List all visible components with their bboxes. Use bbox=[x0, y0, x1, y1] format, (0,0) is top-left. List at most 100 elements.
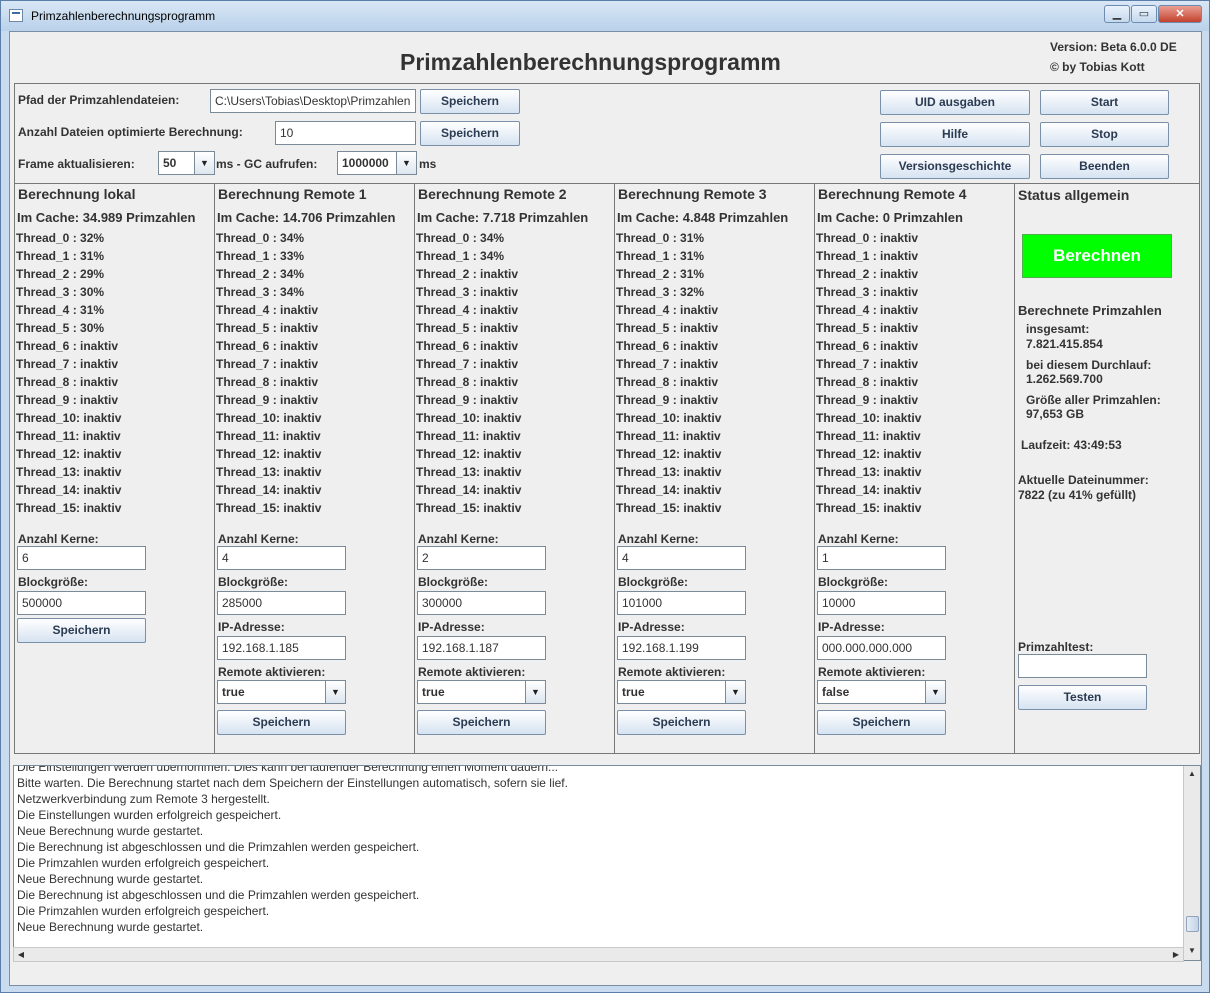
local-save-button[interactable]: Speichern bbox=[17, 618, 146, 643]
chevron-down-icon[interactable]: ▼ bbox=[925, 681, 945, 703]
remote-block-input[interactable]: 101000 bbox=[617, 591, 746, 615]
run-value: 1.262.569.700 bbox=[1026, 372, 1103, 386]
chevron-down-icon[interactable]: ▼ bbox=[325, 681, 345, 703]
remote-active-label: Remote aktivieren: bbox=[418, 665, 526, 679]
local-cache: Im Cache: 34.989 Primzahlen bbox=[17, 210, 196, 225]
remote-ip-input[interactable]: 192.168.1.187 bbox=[417, 636, 546, 660]
remote-ip-input[interactable]: 192.168.1.199 bbox=[617, 636, 746, 660]
gc-label: ms - GC aufrufen: bbox=[216, 157, 318, 171]
scroll-thumb[interactable] bbox=[1186, 916, 1199, 932]
primetest-input[interactable] bbox=[1018, 654, 1147, 678]
thread-status: Thread_3 : 32% bbox=[616, 285, 705, 299]
log-line: Neue Berechnung wurde gestartet. bbox=[17, 824, 204, 838]
scroll-left-icon[interactable]: ◀ bbox=[14, 948, 28, 962]
chevron-down-icon[interactable]: ▼ bbox=[725, 681, 745, 703]
thread-status: Thread_4 : inaktiv bbox=[416, 303, 519, 317]
thread-status: Thread_0 : 34% bbox=[416, 231, 505, 245]
thread-status: Thread_5 : inaktiv bbox=[416, 321, 519, 335]
cores-label: Anzahl Kerne: bbox=[818, 532, 899, 546]
remote-cores-input[interactable]: 4 bbox=[617, 546, 746, 570]
thread-status: Thread_9 : inaktiv bbox=[16, 393, 119, 407]
thread-list: Thread_0 : 32% Thread_1 : 31% Thread_2 : 2… bbox=[16, 231, 121, 519]
maximize-button[interactable]: ▭ bbox=[1131, 5, 1157, 23]
frame-select[interactable]: 50 ▼ bbox=[158, 151, 215, 175]
uid-button[interactable]: UID ausgaben bbox=[880, 90, 1030, 115]
chevron-down-icon[interactable]: ▼ bbox=[396, 152, 416, 174]
run-label: bei diesem Durchlauf: bbox=[1026, 358, 1152, 372]
remote-ip-input[interactable]: 192.168.1.185 bbox=[217, 636, 346, 660]
test-button[interactable]: Testen bbox=[1018, 685, 1147, 710]
thread-status: Thread_4 : inaktiv bbox=[816, 303, 919, 317]
window-title: Primzahlenberechnungsprogramm bbox=[31, 9, 216, 23]
frame-right bbox=[1199, 84, 1200, 754]
thread-status: Thread_9 : inaktiv bbox=[616, 393, 719, 407]
remote-ip-input[interactable]: 000.000.000.000 bbox=[817, 636, 946, 660]
start-button[interactable]: Start bbox=[1040, 90, 1169, 115]
thread-status: Thread_11: inaktiv bbox=[16, 429, 121, 443]
scroll-right-icon[interactable]: ▶ bbox=[1169, 948, 1183, 962]
minimize-button[interactable]: ▁ bbox=[1104, 5, 1130, 23]
main-window: Primzahlenberechnungsprogramm ▁ ▭ ✕ Prim… bbox=[0, 0, 1210, 993]
block-label: Blockgröße: bbox=[218, 575, 289, 589]
remote-save-button[interactable]: Speichern bbox=[817, 710, 946, 735]
local-block-input[interactable]: 500000 bbox=[17, 591, 146, 615]
log-line: Neue Berechnung wurde gestartet. bbox=[17, 920, 204, 934]
quit-button[interactable]: Beenden bbox=[1040, 154, 1169, 179]
log-line: Bitte warten. Die Berechnung startet nac… bbox=[17, 776, 568, 790]
ms-label: ms bbox=[419, 157, 437, 171]
remote-cores-input[interactable]: 4 bbox=[217, 546, 346, 570]
thread-status: Thread_3 : inaktiv bbox=[816, 285, 919, 299]
thread-status: Thread_8 : inaktiv bbox=[616, 375, 719, 389]
close-button[interactable]: ✕ bbox=[1158, 5, 1202, 23]
log-horizontal-scrollbar[interactable]: ◀ ▶ bbox=[13, 947, 1184, 962]
scroll-down-icon[interactable]: ▼ bbox=[1185, 944, 1199, 958]
thread-status: Thread_12: inaktiv bbox=[816, 447, 922, 461]
path-label: Pfad der Primzahlendateien: bbox=[18, 93, 180, 107]
gc-select[interactable]: 1000000 ▼ bbox=[337, 151, 417, 175]
remote-panel-2: Berechnung Remote 2 Im Cache: 7.718 Prim… bbox=[415, 184, 614, 754]
remote-save-button[interactable]: Speichern bbox=[417, 710, 546, 735]
thread-status: Thread_14: inaktiv bbox=[416, 483, 522, 497]
remote-active-select[interactable]: true ▼ bbox=[417, 680, 546, 704]
remote-save-button[interactable]: Speichern bbox=[617, 710, 746, 735]
help-button[interactable]: Hilfe bbox=[880, 122, 1030, 147]
thread-status: Thread_7 : inaktiv bbox=[616, 357, 719, 371]
remote-cores-input[interactable]: 2 bbox=[417, 546, 546, 570]
thread-status: Thread_14: inaktiv bbox=[616, 483, 722, 497]
local-cores-input[interactable]: 6 bbox=[17, 546, 146, 570]
log-vertical-scrollbar[interactable]: ▲ ▼ bbox=[1183, 766, 1200, 960]
remote-active-select[interactable]: true ▼ bbox=[617, 680, 746, 704]
remote-block-input[interactable]: 285000 bbox=[217, 591, 346, 615]
thread-status: Thread_0 : inaktiv bbox=[816, 231, 919, 245]
remote-save-button[interactable]: Speichern bbox=[217, 710, 346, 735]
log-output[interactable]: Die Einstellungen werden übernommen. Die… bbox=[13, 765, 1201, 961]
thread-status: Thread_8 : inaktiv bbox=[216, 375, 319, 389]
stop-button[interactable]: Stop bbox=[1040, 122, 1169, 147]
remote-active-select[interactable]: true ▼ bbox=[217, 680, 346, 704]
block-label: Blockgröße: bbox=[418, 575, 489, 589]
remote-block-input[interactable]: 10000 bbox=[817, 591, 946, 615]
thread-status: Thread_1 : 34% bbox=[416, 249, 505, 263]
save-path-button[interactable]: Speichern bbox=[420, 89, 520, 114]
remote-title: Berechnung Remote 4 bbox=[818, 186, 967, 202]
scroll-up-icon[interactable]: ▲ bbox=[1185, 767, 1199, 781]
save-files-button[interactable]: Speichern bbox=[420, 121, 520, 146]
remote-active-label: Remote aktivieren: bbox=[218, 665, 326, 679]
app-icon bbox=[9, 9, 23, 22]
ip-label: IP-Adresse: bbox=[818, 620, 885, 634]
thread-status: Thread_14: inaktiv bbox=[816, 483, 922, 497]
thread-status: Thread_13: inaktiv bbox=[616, 465, 722, 479]
chevron-down-icon[interactable]: ▼ bbox=[525, 681, 545, 703]
files-input[interactable]: 10 bbox=[275, 121, 416, 145]
col-divider bbox=[1014, 184, 1015, 754]
block-label: Blockgröße: bbox=[18, 575, 89, 589]
computed-label: Berechnete Primzahlen bbox=[1018, 303, 1162, 318]
remote-cache: Im Cache: 7.718 Primzahlen bbox=[417, 210, 589, 225]
path-input[interactable]: C:\Users\Tobias\Desktop\Primzahlen bbox=[210, 89, 416, 113]
remote-active-select[interactable]: false ▼ bbox=[817, 680, 946, 704]
remote-cores-input[interactable]: 1 bbox=[817, 546, 946, 570]
remote-block-input[interactable]: 300000 bbox=[417, 591, 546, 615]
chevron-down-icon[interactable]: ▼ bbox=[194, 152, 214, 174]
thread-status: Thread_11: inaktiv bbox=[416, 429, 521, 443]
history-button[interactable]: Versionsgeschichte bbox=[880, 154, 1030, 179]
